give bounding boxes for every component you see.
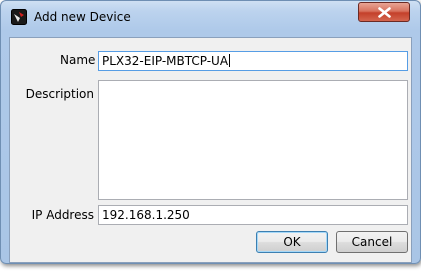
ip-address-value: 192.168.1.250 [102,208,190,222]
ip-address-input[interactable]: 192.168.1.250 [98,205,408,225]
add-device-dialog: Add new Device Name PLX32-EIP-MBTCP-UA D… [0,0,421,264]
title-bar[interactable]: Add new Device [1,1,420,29]
cancel-button[interactable]: Cancel [336,231,408,253]
ip-address-label: IP Address [31,208,94,222]
dialog-body: Name PLX32-EIP-MBTCP-UA Description IP A… [9,37,412,263]
ok-button[interactable]: OK [256,231,328,253]
name-input[interactable]: PLX32-EIP-MBTCP-UA [98,51,408,71]
close-button[interactable] [358,2,410,22]
app-icon [11,9,27,25]
window-title: Add new Device [34,10,131,24]
name-label: Name [60,53,96,67]
text-caret [229,54,231,67]
description-textarea[interactable] [98,80,408,200]
close-icon [378,7,391,18]
name-input-value: PLX32-EIP-MBTCP-UA [102,54,229,68]
description-label: Description [25,87,94,101]
